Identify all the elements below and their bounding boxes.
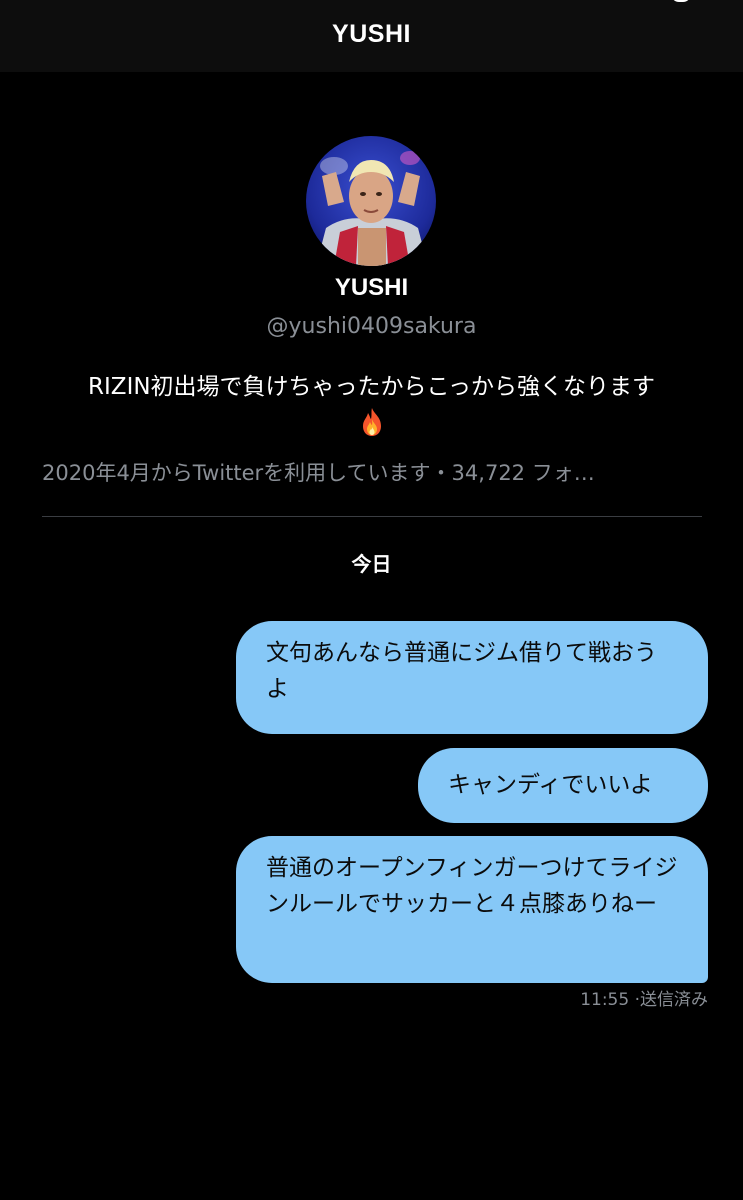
profile-name[interactable]: YUSHI	[0, 272, 743, 304]
divider	[42, 516, 702, 517]
message-bubble[interactable]: 普通のオープンフィンガーつけてライジンルールでサッカーと４点膝ありねー	[236, 836, 708, 983]
profile-meta: 2020年4月からTwitterを利用しています・34,722 フォ…	[42, 461, 595, 485]
message-status: 11:55 ·送信済み	[580, 988, 708, 1012]
avatar[interactable]	[306, 136, 436, 266]
status-indicator-icon	[671, 0, 691, 2]
message-sent-status: ·送信済み	[634, 990, 708, 1010]
profile-bio: RIZIN初出場で負けちゃったからこっから強くなります	[30, 370, 713, 438]
message-bubble[interactable]: 文句あんなら普通にジム借りて戦おうよ	[236, 621, 708, 734]
profile-handle[interactable]: @yushi0409sakura	[0, 312, 743, 342]
date-label: 今日	[351, 552, 392, 576]
top-bar: YUSHI	[0, 0, 743, 72]
fire-icon	[362, 407, 381, 436]
conversation-title[interactable]: YUSHI	[332, 20, 411, 49]
profile-bio-text: RIZIN初出場で負けちゃったからこっから強くなります	[88, 374, 655, 400]
message-bubble[interactable]: キャンディでいいよ	[418, 748, 708, 823]
message-time: 11:55	[580, 990, 630, 1010]
avatar-image	[306, 136, 436, 266]
